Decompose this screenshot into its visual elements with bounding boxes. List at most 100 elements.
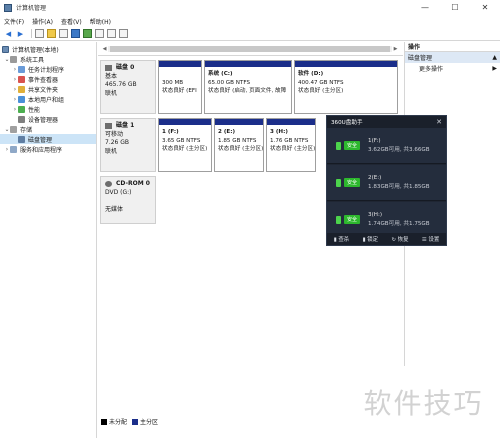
partition-size: 3.65 GB NTFS bbox=[162, 137, 201, 144]
usb-drive-icon bbox=[336, 141, 341, 150]
partition[interactable]: 1 (F:) 3.65 GB NTFS 状态良好 (主分区) bbox=[158, 118, 212, 172]
tree-item-storage[interactable]: ⌄ 存储 bbox=[0, 124, 96, 134]
disk-type: 可移动 bbox=[105, 130, 124, 138]
tree-item-event-viewer[interactable]: › 事件查看器 bbox=[0, 74, 96, 84]
partition-size: 1.76 GB NTFS bbox=[270, 137, 309, 144]
horizontal-scrollbar[interactable]: ◀ ▶ bbox=[101, 45, 399, 52]
tree-item-performance[interactable]: › 性能 bbox=[0, 104, 96, 114]
disk-label[interactable]: 磁盘 1 可移动 7.26 GB 联机 bbox=[100, 118, 156, 172]
popup-title: 360U盘助手 bbox=[331, 120, 363, 126]
drive-label: 3(H:) bbox=[368, 211, 383, 218]
window-controls: — ☐ ✕ bbox=[410, 0, 500, 15]
disk-size: 465.76 GB bbox=[105, 81, 137, 88]
actions-section-disk-management[interactable]: 磁盘管理 ▲ bbox=[405, 52, 500, 63]
disk-status: 联机 bbox=[105, 89, 118, 97]
legend-unallocated: 未分配 bbox=[109, 419, 128, 426]
window-title: 计算机管理 bbox=[16, 5, 47, 12]
partition[interactable]: 软件 (D:) 400.47 GB NTFS 状态良好 (主分区) bbox=[294, 60, 398, 114]
scroll-left-icon[interactable]: ◀ bbox=[101, 46, 108, 52]
performance-icon bbox=[18, 105, 25, 113]
disk-type: 基本 bbox=[105, 72, 118, 80]
partition-name: 2 (E:) bbox=[218, 129, 236, 135]
partition-strip: 300 MB 状态良好 (EFI 系统 (C:) 65.00 GB NTFS 状… bbox=[158, 60, 400, 114]
tree-item-local-users[interactable]: › 本地用户和组 bbox=[0, 94, 96, 104]
tree-item-disk-management[interactable]: 磁盘管理 bbox=[0, 134, 96, 144]
chevron-right-icon: ▶ bbox=[492, 65, 497, 72]
tree-label: 设备管理器 bbox=[28, 116, 59, 124]
legend: 未分配 主分区 bbox=[101, 417, 163, 426]
tree-item-system-tools[interactable]: ⌄ 系统工具 bbox=[0, 54, 96, 64]
toolbar-separator bbox=[31, 29, 32, 38]
cdrom-type: DVD (G:) bbox=[105, 188, 132, 196]
primary-swatch bbox=[132, 418, 139, 425]
restore-button[interactable]: ↻ 恢复 bbox=[391, 235, 408, 243]
cdrom-name: CD-ROM 0 bbox=[116, 180, 150, 187]
settings-button[interactable]: ☰ 设置 bbox=[422, 235, 439, 243]
document-icon[interactable] bbox=[119, 29, 128, 38]
disk-label[interactable]: 磁盘 0 基本 465.76 GB 联机 bbox=[100, 60, 156, 114]
scroll-track[interactable] bbox=[108, 45, 392, 52]
partition-name bbox=[162, 70, 198, 79]
refresh-icon[interactable] bbox=[83, 29, 92, 38]
partition-status: 状态良好 (主分区) bbox=[218, 146, 264, 152]
disk-size: 7.26 GB bbox=[105, 139, 130, 146]
lock-button[interactable]: ▮ 锁定 bbox=[363, 235, 378, 243]
maximize-button[interactable]: ☐ bbox=[440, 0, 470, 15]
toolbar: ◀ ▶ bbox=[0, 27, 500, 41]
partition[interactable]: 300 MB 状态良好 (EFI bbox=[158, 60, 202, 114]
computer-icon bbox=[2, 45, 9, 53]
users-icon bbox=[18, 95, 25, 103]
usb-drive-icon bbox=[336, 178, 341, 187]
menu-view[interactable]: 查看(V) bbox=[61, 17, 82, 26]
scroll-thumb[interactable] bbox=[110, 45, 390, 52]
partition-status: 状态良好 (主分区) bbox=[270, 146, 316, 152]
back-arrow-icon[interactable]: ◀ bbox=[4, 29, 13, 38]
drive-label: 2(E:) bbox=[368, 174, 382, 181]
tree-item-device-manager[interactable]: 设备管理器 bbox=[0, 114, 96, 124]
tree-item-task-scheduler[interactable]: › 任务计划程序 bbox=[0, 64, 96, 74]
usb-drive-item[interactable]: 安全 1(F:) 3.62GB可用, 共3.66GB bbox=[327, 128, 446, 164]
partition-size: 1.85 GB NTFS bbox=[218, 137, 257, 144]
partition-name: 3 (H:) bbox=[270, 129, 288, 135]
drive-space: 1.74GB可用, 共1.75GB bbox=[368, 220, 430, 227]
tree-label: 事件查看器 bbox=[28, 76, 59, 84]
collapse-up-icon[interactable]: ▲ bbox=[492, 54, 497, 61]
tree-label: 任务计划程序 bbox=[28, 66, 65, 74]
tree-item-services[interactable]: › 服务和应用程序 bbox=[0, 144, 96, 154]
minimize-button[interactable]: — bbox=[410, 0, 440, 15]
cdrom-label[interactable]: CD-ROM 0 DVD (G:) 无媒体 bbox=[100, 176, 156, 224]
disk-row: 磁盘 0 基本 465.76 GB 联机 300 MB 状态良好 (EFI 系统… bbox=[100, 60, 400, 114]
partition[interactable]: 2 (E:) 1.85 GB NTFS 状态良好 (主分区) bbox=[214, 118, 264, 172]
help-icon[interactable] bbox=[71, 29, 80, 38]
tree-label: 磁盘管理 bbox=[28, 136, 53, 144]
partition-size: 400.47 GB NTFS bbox=[298, 79, 344, 86]
watermark: 软件技巧 bbox=[347, 366, 500, 438]
forward-arrow-icon[interactable]: ▶ bbox=[16, 29, 25, 38]
partition[interactable]: 系统 (C:) 65.00 GB NTFS 状态良好 (启动, 页面文件, 故障 bbox=[204, 60, 292, 114]
disk-name: 磁盘 1 bbox=[116, 122, 135, 129]
partition-size: 65.00 GB NTFS bbox=[208, 79, 251, 86]
disk-name: 磁盘 0 bbox=[116, 64, 135, 71]
tree-label: 系统工具 bbox=[20, 56, 45, 64]
properties-icon[interactable] bbox=[59, 29, 68, 38]
console-tree-icon[interactable] bbox=[35, 29, 44, 38]
more-actions[interactable]: 更多操作 ▶ bbox=[405, 63, 500, 74]
folder-icon[interactable] bbox=[47, 29, 56, 38]
close-icon[interactable]: ✕ bbox=[436, 118, 442, 126]
tree-item-root[interactable]: 计算机管理(本地) bbox=[0, 44, 96, 54]
scan-button[interactable]: ▮ 查杀 bbox=[334, 235, 349, 243]
settings-icon[interactable] bbox=[95, 29, 104, 38]
partition[interactable]: 3 (H:) 1.76 GB NTFS 状态良好 (主分区) bbox=[266, 118, 316, 172]
usb-drive-item[interactable]: 安全 2(E:) 1.83GB可用, 共1.85GB bbox=[327, 165, 446, 201]
tree-item-shared-folders[interactable]: › 共享文件夹 bbox=[0, 84, 96, 94]
menu-help[interactable]: 帮助(H) bbox=[90, 17, 111, 26]
disk-icon bbox=[105, 123, 112, 130]
popup-footer: ▮ 查杀 ▮ 锁定 ↻ 恢复 ☰ 设置 bbox=[327, 233, 446, 245]
menu-file[interactable]: 文件(F) bbox=[4, 17, 24, 26]
menu-action[interactable]: 操作(A) bbox=[32, 17, 53, 26]
tree-label: 存储 bbox=[20, 126, 33, 134]
close-button[interactable]: ✕ bbox=[470, 0, 500, 15]
safe-badge: 安全 bbox=[344, 215, 361, 224]
scroll-right-icon[interactable]: ▶ bbox=[392, 46, 399, 52]
export-icon[interactable] bbox=[107, 29, 116, 38]
